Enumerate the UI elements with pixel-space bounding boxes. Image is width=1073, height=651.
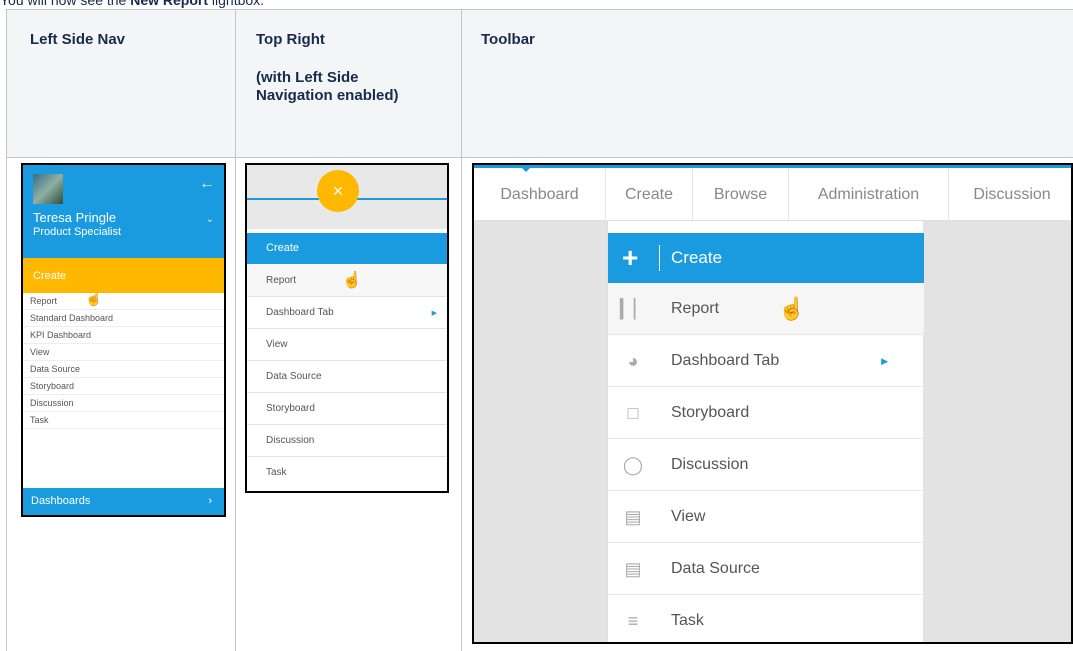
- monitor-icon: □: [627, 403, 639, 423]
- plus-icon: +: [622, 242, 639, 273]
- menu-item-report[interactable]: Report ☝: [247, 265, 447, 297]
- create-menu-header[interactable]: Create: [23, 258, 224, 293]
- caret-down-icon: [520, 166, 532, 172]
- top-right-screenshot: × Create Report ☝ Dashboard Tab ▶ View Dat…: [245, 163, 449, 493]
- menu-item-dashboard-tab[interactable]: Dashboard Tab ▶: [247, 297, 447, 329]
- create-dropdown: + Create ▎▏ Report ☝ ◕ Dashboard Tab ▶ □…: [607, 221, 924, 642]
- tab-browse[interactable]: Browse: [693, 168, 789, 221]
- create-menu-list: Report ☝ Standard Dashboard KPI Dashboard…: [23, 290, 224, 429]
- bar-chart-icon: ▎▏: [620, 299, 648, 319]
- menu-item-data-source[interactable]: Data Source: [23, 361, 224, 378]
- hand-cursor-icon: ☝: [85, 290, 103, 306]
- back-arrow-icon[interactable]: ←: [199, 175, 215, 193]
- menu-item-view[interactable]: ▤ View: [608, 491, 924, 543]
- menu-item-data-source[interactable]: Data Source: [247, 361, 447, 393]
- menu-item-task[interactable]: Task: [23, 412, 224, 429]
- header-toolbar: Toolbar: [481, 31, 535, 48]
- menu-item-report[interactable]: Report ☝: [23, 290, 224, 310]
- view-icon: ▤: [624, 507, 642, 527]
- user-panel: ← Teresa Pringle Product Specialist ⌄: [23, 165, 224, 258]
- left-side-nav-screenshot: ← Teresa Pringle Product Specialist ⌄ Cr…: [21, 163, 226, 517]
- gauge-icon: ◕: [627, 351, 639, 371]
- header-top-right: Top Right: [256, 31, 325, 48]
- submenu-arrow-icon: ▶: [431, 310, 437, 317]
- intro-text: You will now see the New Report lightbox…: [0, 0, 265, 8]
- menu-item-storyboard[interactable]: Storyboard: [23, 378, 224, 395]
- close-icon[interactable]: ×: [317, 170, 359, 212]
- chevron-down-icon[interactable]: ⌄: [206, 214, 214, 225]
- header-left-side-nav: Left Side Nav: [30, 31, 126, 48]
- tab-dashboard[interactable]: Dashboard: [474, 168, 606, 221]
- hand-cursor-icon: ☝: [778, 296, 806, 321]
- menu-item-task[interactable]: Task: [247, 457, 447, 489]
- create-menu-list: Report ☝ Dashboard Tab ▶ View Data Source …: [247, 265, 447, 489]
- menu-item-discussion[interactable]: Discussion: [247, 425, 447, 457]
- header-top-right-note: (with Left Side Navigation enabled): [256, 69, 399, 104]
- table-header-row: [6, 9, 1073, 157]
- toolbar-nav: Dashboard Create Browse Administration D…: [474, 168, 1071, 221]
- menu-item-task[interactable]: ≡ Task: [608, 595, 924, 642]
- avatar: [33, 174, 63, 204]
- menu-item-storyboard[interactable]: Storyboard: [247, 393, 447, 425]
- data-source-icon: ▤: [624, 559, 642, 579]
- menu-item-view[interactable]: View: [23, 344, 224, 361]
- menu-item-report[interactable]: ▎▏ Report ☝: [608, 283, 924, 335]
- menu-item-storyboard[interactable]: □ Storyboard: [608, 387, 924, 439]
- menu-item-view[interactable]: View: [247, 329, 447, 361]
- user-role: Product Specialist: [33, 226, 122, 238]
- menu-item-discussion[interactable]: ◯ Discussion: [608, 439, 924, 491]
- menu-item-kpi-dashboard[interactable]: KPI Dashboard: [23, 327, 224, 344]
- user-name: Teresa Pringle: [33, 210, 117, 225]
- create-label: Create: [671, 248, 723, 267]
- menu-item-dashboard-tab[interactable]: ◕ Dashboard Tab ▶: [608, 335, 924, 387]
- chevron-right-icon: ›: [208, 495, 212, 507]
- list-icon: ≡: [627, 611, 639, 631]
- tab-administration[interactable]: Administration: [789, 168, 949, 221]
- hand-cursor-icon: ☝: [342, 272, 362, 289]
- create-menu-header[interactable]: Create: [247, 233, 447, 264]
- menu-item-standard-dashboard[interactable]: Standard Dashboard: [23, 310, 224, 327]
- dashboards-menu[interactable]: Dashboards ›: [23, 488, 224, 515]
- tab-create[interactable]: Create: [606, 168, 693, 221]
- toolbar-screenshot: Dashboard Create Browse Administration D…: [472, 163, 1073, 644]
- create-menu-header[interactable]: + Create: [608, 233, 924, 283]
- tab-discussion[interactable]: Discussion: [949, 168, 1071, 221]
- submenu-arrow-icon: ▶: [881, 356, 888, 366]
- menu-item-data-source[interactable]: ▤ Data Source: [608, 543, 924, 595]
- chat-bubble-icon: ◯: [622, 455, 644, 475]
- menu-item-discussion[interactable]: Discussion: [23, 395, 224, 412]
